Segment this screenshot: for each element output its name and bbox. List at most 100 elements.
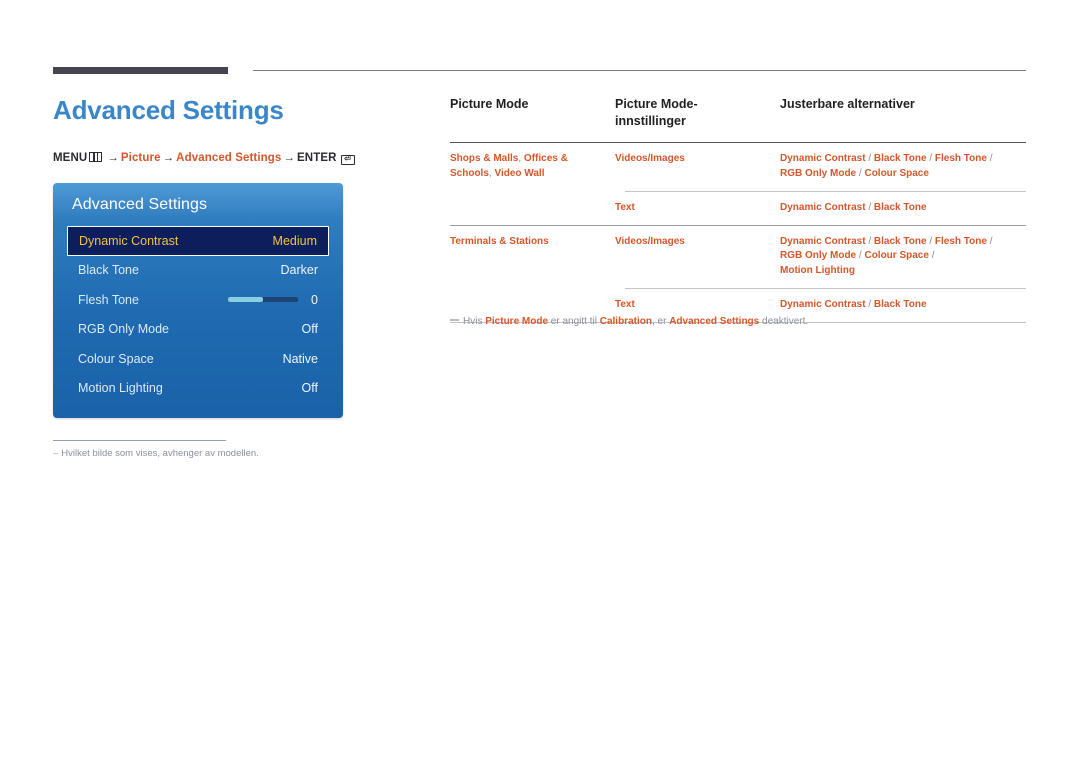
table-header-picture-mode: Picture Mode [450, 97, 529, 111]
table-cell-picture-mode: Shops & Malls, Offices & Schools, Video … [450, 143, 615, 191]
separator: / [858, 167, 862, 179]
table-cell-adjustable-options: Dynamic Contrast / Black Tone / Flesh To… [780, 143, 1026, 191]
opt-dynamic-contrast: Dynamic Contrast [780, 298, 866, 310]
separator: / [989, 153, 993, 165]
breadcrumb-item-picture[interactable]: Picture [121, 152, 161, 164]
separator: / [868, 298, 872, 310]
table-row: Terminals & Stations Videos/Images Dynam… [450, 226, 1026, 288]
table-header-line-2: innstillinger [615, 113, 686, 128]
options-table: Picture Mode Picture Mode- innstillinger… [450, 96, 1026, 323]
osd-item-black-tone[interactable]: Black Tone Darker [67, 256, 329, 286]
table-row: Shops & Malls, Offices & Schools, Video … [450, 143, 1026, 191]
osd-item-label: Flesh Tone [78, 292, 139, 307]
footnote-dash: – [53, 448, 59, 459]
osd-item-dynamic-contrast[interactable]: Dynamic Contrast Medium [67, 226, 329, 256]
table-header-line-1: Picture Mode- [615, 97, 698, 111]
enter-key-icon: ⏎ [340, 155, 355, 165]
note-text-2: er angitt til [548, 316, 600, 327]
flesh-tone-slider[interactable] [228, 297, 299, 303]
osd-item-value: Off [301, 322, 318, 337]
osd-item-flesh-tone[interactable]: Flesh Tone 0 [67, 285, 329, 315]
osd-item-colour-space[interactable]: Colour Space Native [67, 344, 329, 374]
mode-video-wall: Video Wall [494, 167, 545, 179]
osd-panel-title: Advanced Settings [72, 196, 208, 213]
table-header-picture-mode-settings: Picture Mode- innstillinger [615, 96, 780, 142]
note-text-3: , er [651, 316, 670, 327]
osd-item-label: Black Tone [78, 263, 139, 278]
mode-shops-malls: Shops & Malls [450, 153, 519, 165]
separator: / [929, 235, 933, 247]
table-cell-adjustable-options: Dynamic Contrast / Black Tone [780, 289, 1026, 322]
comma: , [518, 153, 522, 165]
osd-item-label: Colour Space [78, 351, 154, 366]
table-cell-picture-mode [450, 192, 615, 225]
osd-item-value: 0 [311, 292, 318, 307]
breadcrumb-arrow-1: → [107, 152, 119, 164]
breadcrumb-arrow-2: → [162, 152, 175, 164]
osd-item-slider-group: 0 [228, 293, 318, 307]
osd-item-label: Motion Lighting [78, 381, 163, 396]
separator: / [858, 250, 862, 262]
opt-black-tone: Black Tone [873, 153, 927, 165]
comma: , [488, 167, 492, 179]
table-cell-picture-mode-setting: Videos/Images [615, 153, 685, 165]
opt-motion-lighting: Motion Lighting [780, 265, 855, 277]
note-term-calibration: Calibration [599, 316, 652, 327]
table-cell-adjustable-options: Dynamic Contrast / Black Tone [780, 192, 1026, 225]
note-text-4: deaktivert. [759, 316, 809, 327]
note-text-1: Hvis [463, 316, 486, 327]
note-term-picture-mode: Picture Mode [485, 316, 549, 327]
separator: / [868, 153, 872, 165]
opt-rgb-only-mode: RGB Only Mode [780, 167, 857, 179]
opt-colour-space: Colour Space [864, 250, 929, 262]
breadcrumb-enter-label: ENTER [297, 152, 337, 164]
table-row: Text Dynamic Contrast / Black Tone [450, 192, 1026, 225]
breadcrumb-item-advanced-settings[interactable]: Advanced Settings [176, 152, 281, 164]
osd-item-motion-lighting[interactable]: Motion Lighting Off [67, 374, 329, 404]
footnote-dash-icon [450, 319, 459, 321]
left-note-rule [53, 440, 226, 441]
osd-item-rgb-only-mode[interactable]: RGB Only Mode Off [67, 315, 329, 345]
left-footnote-text: Hvilket bilde som vises, avhenger av mod… [61, 448, 259, 459]
separator: / [868, 201, 872, 213]
page-title: Advanced Settings [53, 95, 284, 125]
note-term-advanced-settings: Advanced Settings [669, 316, 760, 327]
header-rule-thick [53, 67, 228, 74]
osd-panel: Advanced Settings Dynamic Contrast Mediu… [53, 183, 343, 418]
table-header-adjustable-options: Justerbare alternativer [780, 97, 915, 111]
osd-item-label: RGB Only Mode [78, 322, 170, 337]
table-cell-picture-mode-setting: Videos/Images [615, 235, 685, 247]
right-footnote: Hvis Picture Mode er angitt til Calibrat… [450, 316, 808, 327]
osd-item-value: Native [282, 351, 318, 366]
breadcrumb-menu-label: MENU [53, 152, 88, 164]
osd-menu-list: Dynamic Contrast Medium Black Tone Darke… [67, 226, 329, 403]
osd-item-label: Dynamic Contrast [79, 233, 179, 248]
left-footnote: – Hvilket bilde som vises, avhenger av mo… [53, 448, 259, 459]
flesh-tone-slider-fill [228, 297, 264, 303]
table-body: Shops & Malls, Offices & Schools, Video … [450, 143, 1026, 322]
separator: / [868, 235, 872, 247]
opt-dynamic-contrast: Dynamic Contrast [780, 201, 866, 213]
opt-dynamic-contrast: Dynamic Contrast [780, 153, 866, 165]
table-cell-picture-mode-setting: Text [615, 201, 635, 213]
osd-item-value: Darker [280, 263, 318, 278]
table-cell-adjustable-options: Dynamic Contrast / Black Tone / Flesh To… [780, 226, 1026, 288]
opt-colour-space: Colour Space [864, 167, 929, 179]
table-cell-picture-mode: Terminals & Stations [450, 235, 549, 247]
osd-item-value: Medium [272, 233, 317, 248]
table-header-row: Picture Mode Picture Mode- innstillinger… [450, 96, 1026, 142]
separator: / [931, 250, 935, 262]
opt-black-tone: Black Tone [873, 298, 927, 310]
breadcrumb-arrow-3: → [283, 152, 296, 164]
osd-item-value: Off [301, 381, 318, 396]
opt-dynamic-contrast: Dynamic Contrast [780, 235, 866, 247]
opt-rgb-only-mode: RGB Only Mode [780, 250, 857, 262]
opt-flesh-tone: Flesh Tone [934, 235, 987, 247]
header-rule-thin [253, 70, 1026, 71]
separator: / [989, 235, 993, 247]
menu-grid-icon [89, 152, 103, 162]
opt-black-tone: Black Tone [873, 235, 927, 247]
opt-flesh-tone: Flesh Tone [934, 153, 987, 165]
separator: / [929, 153, 933, 165]
page-root: Advanced Settings MENU → Picture → Advanced … [0, 0, 1080, 763]
